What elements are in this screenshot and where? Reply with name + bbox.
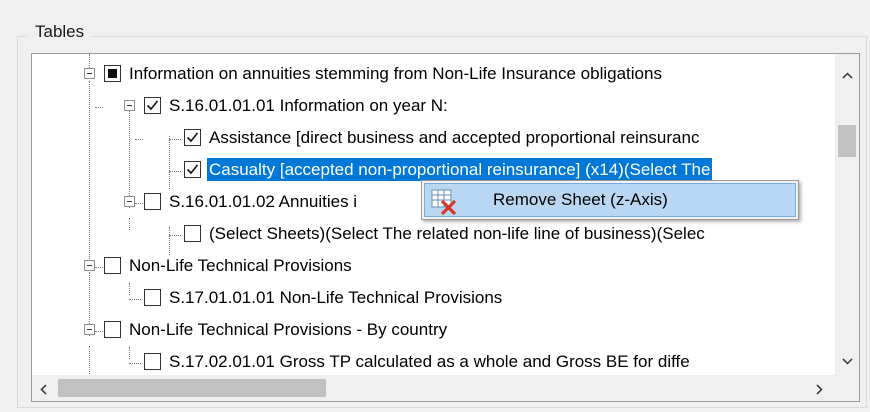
tables-tree[interactable]: Information on annuities stemming from N…: [31, 53, 860, 402]
checkmark-icon: [146, 100, 159, 111]
horizontal-scroll-thumb[interactable]: [58, 379, 326, 397]
tree-item-label: S.17.02.01.01 Gross TP calculated as a w…: [169, 352, 690, 371]
checkbox[interactable]: [144, 289, 161, 306]
tree-item-non-life-tp[interactable]: Non-Life Technical Provisions: [32, 251, 836, 283]
checkbox[interactable]: [144, 193, 161, 210]
scroll-down-arrow-icon[interactable]: [842, 352, 853, 368]
tree-item-s17-01-01-01[interactable]: S.17.01.01.01 Non-Life Technical Provisi…: [32, 283, 836, 315]
remove-sheet-icon: [431, 189, 457, 220]
scrollbar-corner: [835, 375, 859, 401]
tree-item-label: Casualty [accepted non-proportional rein…: [207, 158, 713, 181]
checkbox[interactable]: [104, 257, 121, 274]
collapse-icon[interactable]: [84, 260, 95, 271]
scroll-right-arrow-icon[interactable]: [816, 382, 823, 398]
tree-item-select-sheets[interactable]: (Select Sheets)(Select The related non-l…: [32, 219, 836, 251]
horizontal-scrollbar[interactable]: [32, 375, 836, 401]
tree-item-label: S.16.01.01.02 Annuities i: [169, 192, 358, 211]
context-menu: Remove Sheet (z-Axis): [421, 180, 799, 220]
checkbox[interactable]: [144, 97, 161, 114]
vertical-scrollbar[interactable]: [835, 54, 859, 375]
tree-item-label: Non-Life Technical Provisions - By count…: [129, 320, 448, 339]
checkmark-icon: [186, 132, 199, 143]
remove-sheet-menu-item[interactable]: Remove Sheet (z-Axis): [424, 183, 796, 217]
tree-item-label: Non-Life Technical Provisions: [129, 256, 352, 275]
collapse-icon[interactable]: [124, 196, 135, 207]
collapse-icon[interactable]: [124, 100, 135, 111]
vertical-scroll-thumb[interactable]: [838, 125, 856, 157]
checkmark-icon: [186, 164, 199, 175]
collapse-icon[interactable]: [84, 68, 95, 79]
tree-item-annuities[interactable]: Information on annuities stemming from N…: [32, 59, 836, 91]
tree-item-label: Information on annuities stemming from N…: [129, 64, 662, 83]
tree-item-label: S.17.01.01.01 Non-Life Technical Provisi…: [169, 288, 503, 307]
tree-item-label: Assistance [direct business and accepted…: [209, 128, 700, 147]
group-title: Tables: [27, 22, 93, 42]
checkbox[interactable]: [184, 225, 201, 242]
tree-item-label: (Select Sheets)(Select The related non-l…: [209, 224, 705, 243]
scroll-left-arrow-icon[interactable]: [40, 382, 47, 398]
checkbox[interactable]: [104, 321, 121, 338]
checkbox[interactable]: [144, 353, 161, 370]
checkbox[interactable]: [184, 129, 201, 146]
tree-item-assistance[interactable]: Assistance [direct business and accepted…: [32, 123, 836, 155]
tri-state-checkbox[interactable]: [104, 65, 121, 82]
tree-item-s16-01-01-01[interactable]: S.16.01.01.01 Information on year N:: [32, 91, 836, 123]
tree-item-label: S.16.01.01.01 Information on year N:: [169, 96, 448, 115]
checkbox[interactable]: [184, 161, 201, 178]
collapse-icon[interactable]: [84, 324, 95, 335]
menu-item-label: Remove Sheet (z-Axis): [493, 190, 668, 209]
tree-item-non-life-tp-country[interactable]: Non-Life Technical Provisions - By count…: [32, 315, 836, 347]
scroll-up-arrow-icon[interactable]: [842, 66, 853, 82]
